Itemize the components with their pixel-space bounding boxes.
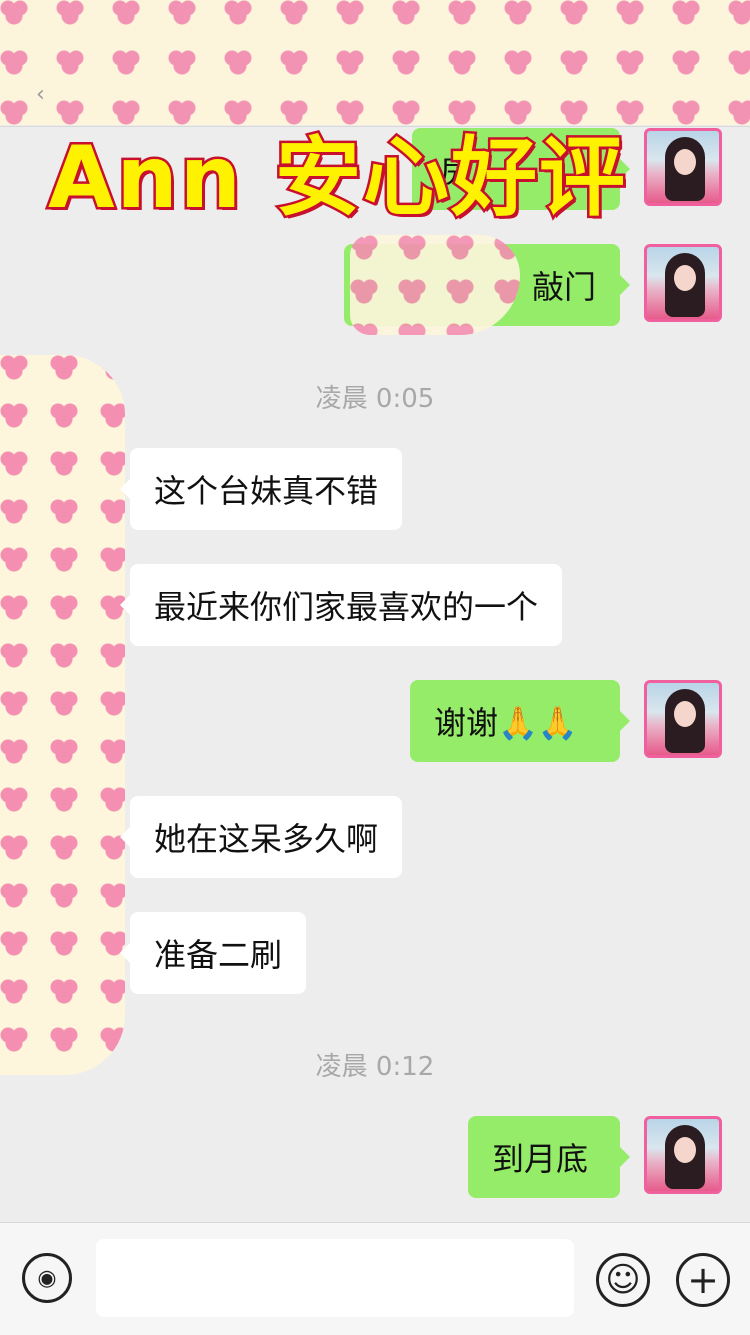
message-bubble-incoming[interactable]: 最近来你们家最喜欢的一个: [119, 564, 563, 646]
heart-pattern-overlay-blob: [350, 235, 520, 335]
self-avatar[interactable]: [644, 244, 722, 322]
plus-icon[interactable]: +: [676, 1253, 730, 1307]
self-avatar[interactable]: [644, 1116, 722, 1194]
message-text: 这个台妹真不错: [154, 472, 379, 510]
emoji-icon[interactable]: ☺: [596, 1253, 650, 1307]
message-text: 敲门: [531, 268, 596, 306]
message-timestamp: 凌晨 0:05: [315, 384, 435, 414]
message-bubble-outgoing[interactable]: 谢谢🙏🙏: [410, 680, 630, 762]
message-timestamp: 凌晨 0:12: [315, 1052, 435, 1082]
heart-pattern-overlay-left: [0, 355, 125, 1075]
message-bubble-outgoing[interactable]: 到月底: [468, 1116, 630, 1198]
sticker-title-banner: Ann 安心好评: [46, 126, 628, 231]
nav-divider: [0, 126, 750, 127]
message-text: 谢谢🙏🙏: [434, 704, 578, 742]
message-bubble-incoming[interactable]: 这个台妹真不错: [119, 448, 403, 530]
voice-icon[interactable]: ◉: [22, 1253, 72, 1303]
back-icon[interactable]: ‹: [36, 82, 45, 107]
message-text: 她在这呆多久啊: [154, 820, 379, 858]
message-input[interactable]: [96, 1239, 574, 1317]
message-text: 最近来你们家最喜欢的一个: [154, 588, 539, 626]
message-text: 到月底: [492, 1140, 589, 1178]
message-bubble-incoming[interactable]: 准备二刷: [119, 912, 307, 994]
chat-input-bar: ◉ ☺ +: [0, 1222, 750, 1335]
message-text: 准备二刷: [154, 936, 283, 974]
heart-pattern-overlay-top: [0, 0, 750, 125]
self-avatar[interactable]: [644, 128, 722, 206]
self-avatar[interactable]: [644, 680, 722, 758]
message-bubble-incoming[interactable]: 她在这呆多久啊: [119, 796, 403, 878]
